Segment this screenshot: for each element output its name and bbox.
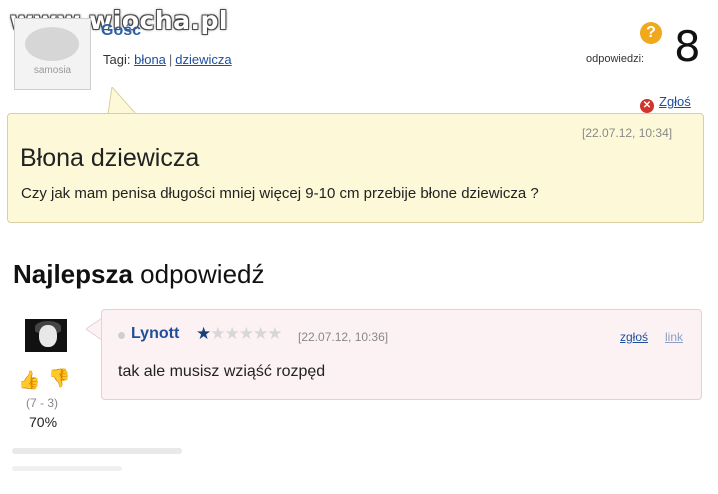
report-answer-link[interactable]: zgłoś bbox=[620, 330, 648, 344]
best-answer-heading-rest: odpowiedź bbox=[132, 259, 265, 289]
best-answer-heading-bold: Najlepsza bbox=[13, 259, 133, 289]
report-label: Zgłoś bbox=[659, 94, 691, 109]
tag-link-dziewicza[interactable]: dziewicza bbox=[175, 52, 231, 67]
online-status-dot bbox=[118, 332, 125, 339]
question-author[interactable]: Gośc bbox=[101, 22, 141, 40]
next-answer-placeholder-line bbox=[12, 466, 122, 471]
answer-author[interactable]: Lynott bbox=[131, 325, 179, 343]
thumb-down-icon[interactable]: 👎 bbox=[48, 368, 70, 389]
star-icon: ★ bbox=[224, 324, 240, 343]
tag-link-blona[interactable]: błona bbox=[134, 52, 166, 67]
avatar-label: samosia bbox=[33, 65, 72, 76]
question-body: Czy jak mam penisa długości mniej więcej… bbox=[21, 185, 539, 202]
answers-count: 8 bbox=[674, 22, 701, 71]
answer-avatar[interactable] bbox=[25, 319, 67, 352]
next-answer-placeholder bbox=[12, 448, 182, 454]
question-avatar[interactable]: samosia bbox=[14, 18, 91, 90]
star-icon: ★ bbox=[253, 324, 268, 343]
report-x-icon: ✕ bbox=[640, 99, 654, 113]
star-icon: ★ bbox=[238, 324, 254, 343]
help-badge-icon: ? bbox=[640, 22, 662, 44]
question-bubble-tail bbox=[107, 87, 138, 115]
answer-date: [22.07.12, 10:36] bbox=[298, 330, 389, 344]
question-title: Błona dziewicza bbox=[20, 144, 200, 172]
avatar-placeholder-shape bbox=[25, 27, 79, 61]
answer-permalink[interactable]: link bbox=[665, 330, 683, 344]
star-icon: ★ bbox=[210, 324, 225, 343]
report-question-link[interactable]: ✕ Zgłoś bbox=[640, 94, 691, 113]
star-icon: ★ bbox=[267, 324, 282, 343]
best-answer-heading: Najlepsza odpowiedź bbox=[13, 259, 265, 290]
answers-label: odpowiedzi: bbox=[586, 53, 645, 65]
rating-stars: ★★★★★★ bbox=[196, 324, 283, 344]
vote-percent: 70% bbox=[29, 414, 58, 430]
tags-line: Tagi: błona | dziewicza bbox=[103, 52, 232, 67]
avatar-face bbox=[39, 325, 57, 347]
vote-count: (7 - 3) bbox=[26, 396, 59, 410]
answer-box bbox=[101, 309, 702, 400]
tags-label: Tagi: bbox=[103, 52, 131, 67]
star-icon: ★ bbox=[196, 324, 211, 343]
question-date: [22.07.12, 10:34] bbox=[582, 126, 673, 140]
thumb-up-icon[interactable]: 👍 bbox=[18, 370, 40, 391]
answer-body: tak ale musisz wziąść rozpęd bbox=[118, 363, 326, 380]
